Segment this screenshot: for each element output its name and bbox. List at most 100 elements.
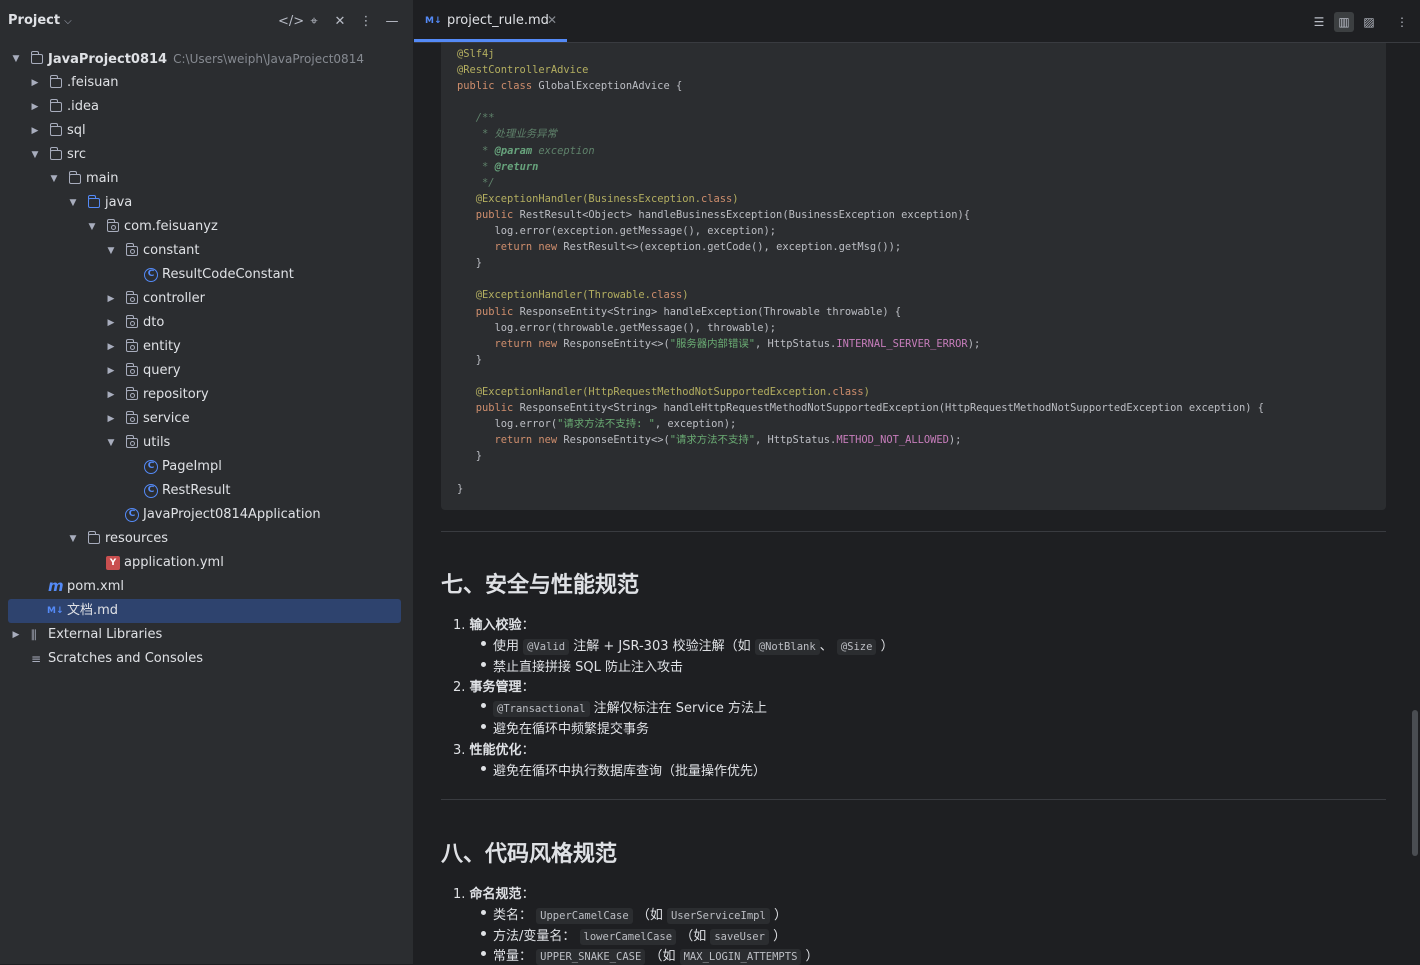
tree-item-label: dto: [143, 315, 165, 330]
tree-item-application-yml[interactable]: Yapplication.yml: [0, 551, 413, 575]
markdown-icon: M↓: [425, 16, 442, 26]
tree-item-com-feisuanyz[interactable]: ▼ com.feisuanyz: [0, 215, 413, 239]
chevron-down-icon[interactable]: ▼: [105, 431, 117, 455]
project-header: Project ⌵ </> ⌖ ✕ ⋮ —: [0, 0, 413, 43]
tree-item-label: ResultCodeConstant: [162, 267, 294, 282]
tree-item-repository[interactable]: ▶ repository: [0, 383, 413, 407]
project-tree: ▼ JavaProject0814 C:\Users\weiph\JavaProje…: [0, 47, 413, 671]
tab-project-rule-md[interactable]: M↓ project_rule.md ✕: [414, 0, 567, 42]
list-item: 常量： UPPER_SNAKE_CASE （如 MAX_LOGIN_ATTEMP…: [493, 949, 819, 965]
tree-item-src[interactable]: ▼ src: [0, 143, 413, 167]
project-path: C:\Users\weiph\JavaProject0814: [173, 52, 364, 66]
chevron-right-icon[interactable]: ▶: [105, 359, 117, 383]
editor-tab-bar: M↓ project_rule.md ✕ ☰ ▥ ▨ ⋮: [414, 0, 1420, 43]
tree-item-label: resources: [105, 531, 169, 546]
tree-item-resultcodeconstant[interactable]: C ResultCodeConstant: [0, 263, 413, 287]
package-icon: [126, 315, 138, 328]
code-icon[interactable]: </>: [278, 12, 304, 32]
tree-item-pom-xml[interactable]: m pom.xml: [0, 575, 413, 599]
tree-item-label: JavaProject0814Application: [143, 507, 321, 522]
package-icon: [126, 291, 138, 304]
package-icon: [126, 243, 138, 256]
tree-item-pageimpl[interactable]: C PageImpl: [0, 455, 413, 479]
tree-item-service[interactable]: ▶ service: [0, 407, 413, 431]
tree-item-label: entity: [143, 339, 181, 354]
chevron-down-icon[interactable]: ▼: [67, 191, 79, 215]
chevron-right-icon[interactable]: ▶: [105, 311, 117, 335]
collapse-all-icon[interactable]: ✕: [330, 12, 350, 32]
source-folder-icon: [88, 195, 100, 208]
markdown-icon: M↓: [47, 606, 64, 616]
tree-item-idea[interactable]: ▶ .idea: [0, 95, 413, 119]
package-icon: [126, 411, 138, 424]
chevron-right-icon[interactable]: ▶: [29, 71, 41, 95]
tree-item-query[interactable]: ▶ query: [0, 359, 413, 383]
vertical-scrollbar[interactable]: [1412, 710, 1418, 856]
tree-item-javaproject0814[interactable]: ▼ JavaProject0814 C:\Users\weiph\JavaProje…: [0, 47, 413, 71]
tree-item-label: com.feisuanyz: [124, 219, 218, 234]
bullet: [481, 724, 486, 729]
tree-item-resources[interactable]: ▼ resources: [0, 527, 413, 551]
editor-only-icon[interactable]: ☰: [1309, 12, 1329, 32]
bullet: [481, 662, 486, 667]
tree-item-dto[interactable]: ▶ dto: [0, 311, 413, 335]
tree-item-label: src: [67, 147, 86, 162]
chevron-down-icon[interactable]: ▼: [48, 167, 60, 191]
tree-item-controller[interactable]: ▶ controller: [0, 287, 413, 311]
tree-item-restresult[interactable]: C RestResult: [0, 479, 413, 503]
minimize-icon[interactable]: —: [382, 12, 402, 32]
chevron-right-icon[interactable]: ▶: [105, 383, 117, 407]
tree-item-scratches[interactable]: ≡ Scratches and Consoles: [0, 647, 413, 671]
chevron-down-icon[interactable]: ▼: [10, 47, 22, 71]
tree-item-label: .feisuan: [67, 75, 119, 90]
list-item: 避免在循环中执行数据库查询（批量操作优先）: [493, 764, 767, 779]
tree-item-java[interactable]: ▼ java: [0, 191, 413, 215]
tree-item-sql[interactable]: ▶ sql: [0, 119, 413, 143]
yaml-file-icon: Y: [106, 556, 120, 570]
tree-item-constant[interactable]: ▼ constant: [0, 239, 413, 263]
package-icon: [126, 339, 138, 352]
chevron-right-icon[interactable]: ▶: [105, 287, 117, 311]
tree-item-label: utils: [143, 435, 171, 450]
bullet: [481, 703, 486, 708]
chevron-down-icon: ⌵: [64, 16, 72, 27]
chevron-down-icon[interactable]: ▼: [29, 143, 41, 167]
list-item: 方法/变量名： lowerCamelCase （如 saveUser ）: [493, 929, 787, 945]
spring-boot-class-icon: C: [125, 508, 139, 522]
tab-label: project_rule.md: [447, 13, 549, 28]
chevron-right-icon[interactable]: ▶: [10, 623, 22, 647]
close-icon[interactable]: ✕: [547, 13, 557, 27]
tree-item-entity[interactable]: ▶ entity: [0, 335, 413, 359]
scratches-icon: ≡: [31, 652, 42, 666]
project-view-selector[interactable]: Project ⌵: [8, 13, 72, 28]
options-icon[interactable]: ⋮: [356, 12, 376, 32]
chevron-down-icon[interactable]: ▼: [105, 239, 117, 263]
list-item: 2. 事务管理：: [453, 680, 535, 695]
preview-only-icon[interactable]: ▨: [1359, 12, 1379, 32]
tree-item-external-libraries[interactable]: ▶ ⫼ External Libraries: [0, 623, 413, 647]
tree-item-label: query: [143, 363, 181, 378]
editor-and-preview-icon[interactable]: ▥: [1334, 12, 1354, 32]
chevron-right-icon[interactable]: ▶: [29, 119, 41, 143]
folder-icon: [50, 75, 62, 88]
tree-item-label: JavaProject0814: [48, 52, 168, 67]
tree-item-feisuan[interactable]: ▶ .feisuan: [0, 71, 413, 95]
class-icon: C: [144, 268, 158, 282]
chevron-down-icon[interactable]: ▼: [86, 215, 98, 239]
library-icon: ⫼: [31, 628, 37, 642]
tree-item-main[interactable]: ▼ main: [0, 167, 413, 191]
more-options-icon[interactable]: ⋮: [1392, 12, 1412, 32]
folder-icon: [88, 531, 100, 544]
tree-item-application-class[interactable]: C JavaProject0814Application: [0, 503, 413, 527]
chevron-down-icon[interactable]: ▼: [67, 527, 79, 551]
chevron-right-icon[interactable]: ▶: [105, 335, 117, 359]
tree-item-utils[interactable]: ▼ utils: [0, 431, 413, 455]
horizontal-rule: [441, 531, 1386, 532]
list-item: 避免在循环中频繁提交事务: [493, 722, 650, 737]
locate-icon[interactable]: ⌖: [304, 12, 324, 32]
chevron-right-icon[interactable]: ▶: [29, 95, 41, 119]
list-item: 类名： UpperCamelCase （如 UserServiceImpl ）: [493, 908, 787, 924]
list-item: @Transactional 注解仅标注在 Service 方法上: [493, 697, 767, 717]
chevron-right-icon[interactable]: ▶: [105, 407, 117, 431]
tree-item-doc-md[interactable]: M↓ 文档.md: [8, 599, 401, 623]
